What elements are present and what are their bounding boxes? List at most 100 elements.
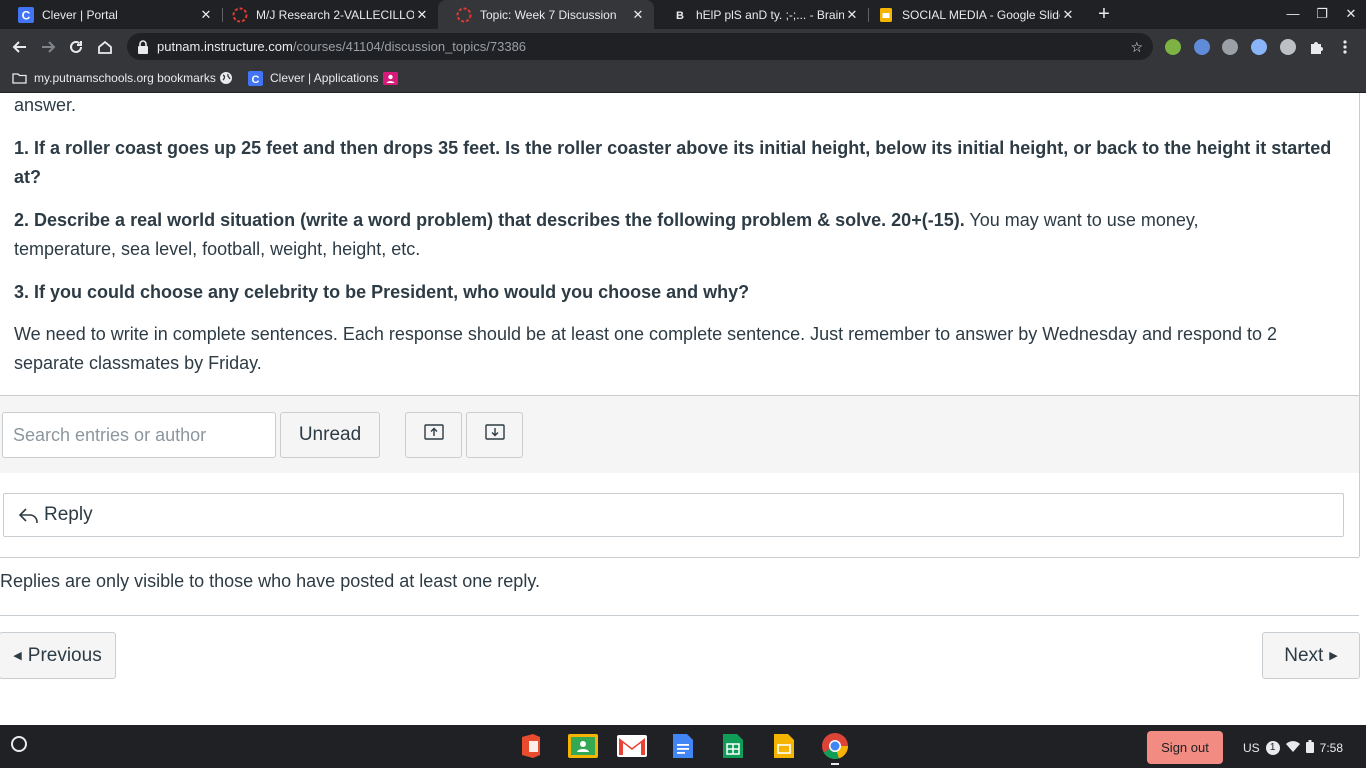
search-entries-input[interactable] — [2, 412, 276, 458]
browser-toolbar: putnam.instructure.com/courses/41104/dis… — [0, 29, 1366, 64]
address-bar[interactable]: putnam.instructure.com/courses/41104/dis… — [127, 33, 1153, 60]
tab-brainly[interactable]: B hElP plS anD ty. ;-;... - Brainly.co ✕ — [654, 0, 868, 29]
question-3: 3. If you could choose any celebrity to … — [14, 282, 750, 302]
home-icon[interactable] — [93, 35, 117, 59]
bookmark-label: my.putnamschools.org bookmarks — [34, 71, 216, 85]
minimize-icon[interactable]: — — [1282, 4, 1304, 24]
contact-icon — [383, 71, 398, 85]
unread-button[interactable]: Unread — [280, 412, 380, 458]
chrome-icon[interactable] — [820, 733, 850, 760]
svg-text:C: C — [252, 74, 260, 86]
reply-section: Reply — [0, 473, 1359, 558]
restore-icon[interactable]: ❐ — [1311, 4, 1333, 24]
close-icon[interactable]: ✕ — [198, 7, 214, 23]
new-tab-button[interactable]: + — [1094, 4, 1114, 24]
caret-left-icon: ◀ — [13, 650, 22, 662]
tab-title: Clever | Portal — [42, 7, 118, 22]
active-app-indicator — [831, 763, 839, 765]
question-1: 1. If a roller coast goes up 25 feet and… — [14, 138, 1332, 187]
bookmarks-bar: my.putnamschools.org bookmarks C Clever … — [0, 64, 1366, 93]
discussion-toolbar: Unread — [0, 395, 1359, 475]
replies-visibility-notice: Replies are only visible to those who ha… — [0, 571, 540, 591]
close-icon[interactable]: ✕ — [414, 7, 430, 23]
url-domain: putnam.instructure.com — [157, 39, 293, 54]
menu-kebab-icon[interactable] — [1333, 35, 1357, 59]
google-classroom-icon[interactable] — [568, 733, 598, 759]
tab-week7-discussion[interactable]: Topic: Week 7 Discussion ✕ — [438, 0, 654, 29]
bookmark-clever-applications[interactable]: C Clever | Applications — [248, 64, 379, 92]
discussion-instructions: We need to write in complete sentences. … — [14, 324, 1278, 373]
bookmark-contact[interactable] — [383, 64, 405, 92]
folder-icon — [12, 72, 27, 84]
reply-arrow-icon — [18, 505, 40, 525]
next-label: Next — [1284, 644, 1324, 666]
extension-chat-icon[interactable] — [1222, 39, 1238, 55]
office-app-icon[interactable] — [518, 733, 544, 759]
google-docs-icon[interactable] — [670, 733, 696, 759]
back-icon[interactable] — [8, 35, 32, 59]
question-2-prompt: 2. Describe a real world situation (writ… — [14, 210, 965, 230]
collapse-arrow-up-icon — [423, 424, 444, 446]
extension-shield-icon[interactable] — [1165, 39, 1181, 55]
tab-title: hElP plS anD ty. ;-;... - Brainly.co — [696, 7, 844, 22]
collapse-replies-button[interactable] — [405, 412, 462, 458]
gmail-icon[interactable] — [617, 733, 647, 759]
extensions-puzzle-icon[interactable] — [1304, 35, 1328, 59]
divider — [0, 615, 1359, 616]
locale-indicator: US — [1243, 740, 1260, 755]
tab-google-slides[interactable]: SOCIAL MEDIA - Google Slides ✕ — [860, 0, 1084, 29]
bookmark-folder[interactable]: my.putnamschools.org bookmarks — [12, 64, 216, 92]
brainly-icon: B — [672, 7, 688, 23]
extension-vpn-icon[interactable] — [1194, 39, 1210, 55]
clever-icon: C — [18, 6, 34, 23]
clock-time: 7:58 — [1319, 740, 1344, 755]
system-tray[interactable]: US 1 7:58 — [1233, 731, 1359, 764]
lock-icon — [137, 39, 149, 54]
google-slides-icon[interactable] — [771, 733, 797, 759]
launcher-icon[interactable] — [11, 736, 27, 752]
svg-text:B: B — [676, 10, 684, 22]
expand-replies-button[interactable] — [466, 412, 523, 458]
slides-icon — [878, 7, 894, 23]
discussion-lead: answer. — [14, 95, 77, 115]
close-window-icon[interactable]: ✕ — [1340, 4, 1362, 24]
bookmark-globe[interactable] — [219, 64, 240, 92]
forward-icon[interactable] — [36, 35, 60, 59]
sign-out-button[interactable]: Sign out — [1147, 731, 1223, 764]
close-icon[interactable]: ✕ — [844, 7, 860, 23]
canvas-icon — [456, 7, 472, 23]
extension-feather-icon[interactable] — [1251, 39, 1267, 55]
tab-title: Topic: Week 7 Discussion — [480, 7, 617, 22]
svg-text:C: C — [22, 8, 31, 22]
reload-icon[interactable] — [64, 35, 88, 59]
expand-arrow-down-icon — [484, 424, 505, 446]
tab-title: SOCIAL MEDIA - Google Slides — [902, 7, 1060, 22]
tab-title: M/J Research 2-VALLECILLOS — [256, 7, 414, 22]
question-2: 2. Describe a real world situation (writ… — [14, 206, 1254, 264]
google-sheets-icon[interactable] — [720, 733, 746, 759]
close-icon[interactable]: ✕ — [630, 7, 646, 23]
notification-badge: 1 — [1265, 740, 1280, 755]
close-icon[interactable]: ✕ — [1060, 7, 1076, 23]
extension-record-icon[interactable] — [1280, 39, 1296, 55]
tab-clever-portal[interactable]: C Clever | Portal ✕ — [0, 0, 222, 29]
browser-tabstrip: C Clever | Portal ✕ M/J Research 2-VALLE… — [0, 0, 1366, 29]
reply-label: Reply — [44, 504, 93, 525]
previous-button[interactable]: ◀ Previous — [0, 632, 116, 679]
globe-icon — [219, 71, 233, 85]
reply-button[interactable]: Reply — [3, 493, 1344, 537]
tab-mj-research[interactable]: M/J Research 2-VALLECILLOS ✕ — [214, 0, 438, 29]
bookmark-label: Clever | Applications — [270, 71, 379, 85]
canvas-icon — [232, 7, 248, 23]
wifi-icon — [1285, 740, 1300, 755]
caret-right-icon: ▶ — [1329, 650, 1338, 662]
clever-icon: C — [248, 70, 263, 86]
url-path: /courses/41104/discussion_topics/73386 — [292, 39, 527, 54]
page-content: answer. 1. If a roller coast goes up 25 … — [0, 93, 1366, 725]
content-divider — [1359, 93, 1360, 557]
bookmark-star-icon[interactable]: ☆ — [1130, 39, 1143, 56]
notification-count: 1 — [1269, 742, 1276, 753]
previous-label: Previous — [27, 644, 102, 666]
next-button[interactable]: Next ▶ — [1262, 632, 1360, 679]
url-text: putnam.instructure.com/courses/41104/dis… — [157, 39, 526, 54]
